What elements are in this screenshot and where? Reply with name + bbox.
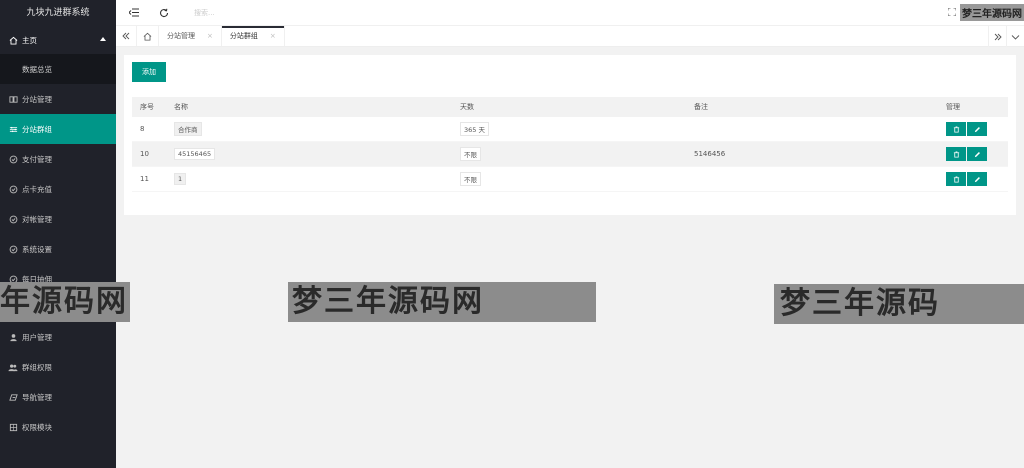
app-logo-title: 九块九进群系统 xyxy=(26,8,90,18)
sidebar-item-7[interactable]: 用户管理 xyxy=(0,322,116,352)
content-card: 添加 序号 名称 天数 备注 管理 8 合作商 365 天 10 4515646… xyxy=(124,55,1016,215)
tab-label: 分站管理 xyxy=(167,32,195,40)
pencil-icon xyxy=(974,126,980,132)
watermark-top: 梦三年源码网 xyxy=(960,4,1024,21)
refresh-icon[interactable] xyxy=(154,3,174,23)
search-input[interactable]: 搜索... xyxy=(194,8,215,18)
sidebar-item-label: 权限模块 xyxy=(22,422,52,432)
trash-icon xyxy=(953,175,959,183)
sidebar-item-label: 导航管理 xyxy=(22,392,52,402)
pencil-icon xyxy=(974,151,980,157)
col-header-days: 天数 xyxy=(460,103,474,111)
sidebar-item-label: 群组权限 xyxy=(22,362,52,372)
sidebar-item-home-label: 主页 xyxy=(22,35,37,45)
sliders-icon xyxy=(8,124,18,134)
sidebar-item-label: 用户管理 xyxy=(22,332,52,342)
sidebar-item-label: 分站管理 xyxy=(22,94,52,104)
tab-bar: 分站管理 × 分站群组 × xyxy=(116,26,1024,47)
tab-label: 分站群组 xyxy=(229,32,258,40)
sidebar-item-5[interactable]: 系统设置 xyxy=(0,234,116,264)
tab-home-icon[interactable] xyxy=(137,26,159,46)
user-icon xyxy=(8,332,18,342)
col-header-note: 备注 xyxy=(694,103,708,111)
sidebar-subitem-overview[interactable]: 数据总览 xyxy=(0,54,116,84)
delete-button[interactable] xyxy=(946,147,966,161)
tab-site-groups[interactable]: 分站群组 × xyxy=(221,26,285,46)
edit-button[interactable] xyxy=(967,172,987,186)
cell-name: 合作商 xyxy=(174,122,202,136)
tabs-scroll-left-icon[interactable] xyxy=(116,26,137,46)
top-header: 搜索... 梦三年源码网 xyxy=(116,0,1024,26)
tab-site-manage[interactable]: 分站管理 × xyxy=(159,26,222,46)
tabs-scroll-right-icon[interactable] xyxy=(988,26,1006,47)
shield-icon xyxy=(8,154,18,164)
trash-icon xyxy=(953,150,959,158)
cell-days: 不限 xyxy=(460,172,481,186)
users-icon xyxy=(8,362,18,372)
close-icon[interactable]: × xyxy=(207,32,213,40)
col-header-id: 序号 xyxy=(140,103,154,111)
edit-button[interactable] xyxy=(967,122,987,136)
cell-days: 不限 xyxy=(460,147,481,161)
sidebar-item-3[interactable]: 点卡充值 xyxy=(0,174,116,204)
sidebar-item-10[interactable]: 权限模块 xyxy=(0,412,116,442)
watermark-right: 梦三年源码 xyxy=(774,284,1024,324)
sidebar-item-9[interactable]: 导航管理 xyxy=(0,382,116,412)
sidebar-item-label: 点卡充值 xyxy=(22,184,52,194)
cell-days: 365 天 xyxy=(460,122,489,136)
sidebar-item-8[interactable]: 群组权限 xyxy=(0,352,116,382)
cell-name: 1 xyxy=(174,173,187,185)
groups-table: 序号 名称 天数 备注 管理 8 合作商 365 天 10 45156465 不… xyxy=(132,97,1008,192)
table-row: 10 45156465 不限 5146456 xyxy=(132,142,1008,167)
delete-button[interactable] xyxy=(946,172,966,186)
sidebar: 九块九进群系统 主页 数据总览 分站管理 分站群组 支付管理 点卡充值 对帐管理… xyxy=(0,0,116,468)
add-button[interactable]: 添加 xyxy=(132,62,166,82)
caret-up-icon xyxy=(100,37,106,41)
shield-icon xyxy=(8,244,18,254)
header-right: 梦三年源码网 xyxy=(947,4,1024,21)
shield-icon xyxy=(8,214,18,224)
close-icon[interactable]: × xyxy=(270,32,276,40)
home-icon xyxy=(8,35,18,45)
sidebar-item-1[interactable]: 分站群组 xyxy=(0,114,116,144)
cell-name: 45156465 xyxy=(174,148,216,160)
nav-icon xyxy=(8,392,18,402)
shield-icon xyxy=(8,184,18,194)
menu-collapse-icon[interactable] xyxy=(124,3,144,23)
sidebar-item-label: 分站群组 xyxy=(22,124,52,134)
table-header: 序号 名称 天数 备注 管理 xyxy=(132,97,1008,117)
watermark-left: 年源码网 xyxy=(0,282,130,322)
cell-id: 8 xyxy=(140,125,145,133)
sidebar-item-0[interactable]: 分站管理 xyxy=(0,84,116,114)
edit-button[interactable] xyxy=(967,147,987,161)
fullscreen-icon[interactable] xyxy=(947,7,957,18)
delete-button[interactable] xyxy=(946,122,966,136)
sidebar-item-2[interactable]: 支付管理 xyxy=(0,144,116,174)
watermark-center: 梦三年源码网 xyxy=(288,282,596,322)
table-row: 11 1 不限 xyxy=(132,167,1008,192)
tabs-right-controls xyxy=(988,26,1024,47)
table-row: 8 合作商 365 天 xyxy=(132,117,1008,142)
trash-icon xyxy=(953,125,959,133)
cell-actions xyxy=(938,147,1008,161)
cell-actions xyxy=(938,172,1008,186)
module-icon xyxy=(8,422,18,432)
pencil-icon xyxy=(974,176,980,182)
sidebar-item-4[interactable]: 对帐管理 xyxy=(0,204,116,234)
sidebar-item-home[interactable]: 主页 xyxy=(0,26,116,54)
columns-icon xyxy=(8,94,18,104)
sidebar-item-label: 系统设置 xyxy=(22,244,52,254)
tabs-menu-chevron-down-icon[interactable] xyxy=(1006,26,1024,47)
sidebar-item-label: 对帐管理 xyxy=(22,214,52,224)
sidebar-item-label: 支付管理 xyxy=(22,154,52,164)
col-header-name: 名称 xyxy=(174,103,188,111)
cell-actions xyxy=(938,122,1008,136)
col-header-actions: 管理 xyxy=(946,103,960,111)
cell-id: 11 xyxy=(140,175,149,183)
cell-note: 5146456 xyxy=(694,150,726,158)
cell-id: 10 xyxy=(140,150,149,158)
